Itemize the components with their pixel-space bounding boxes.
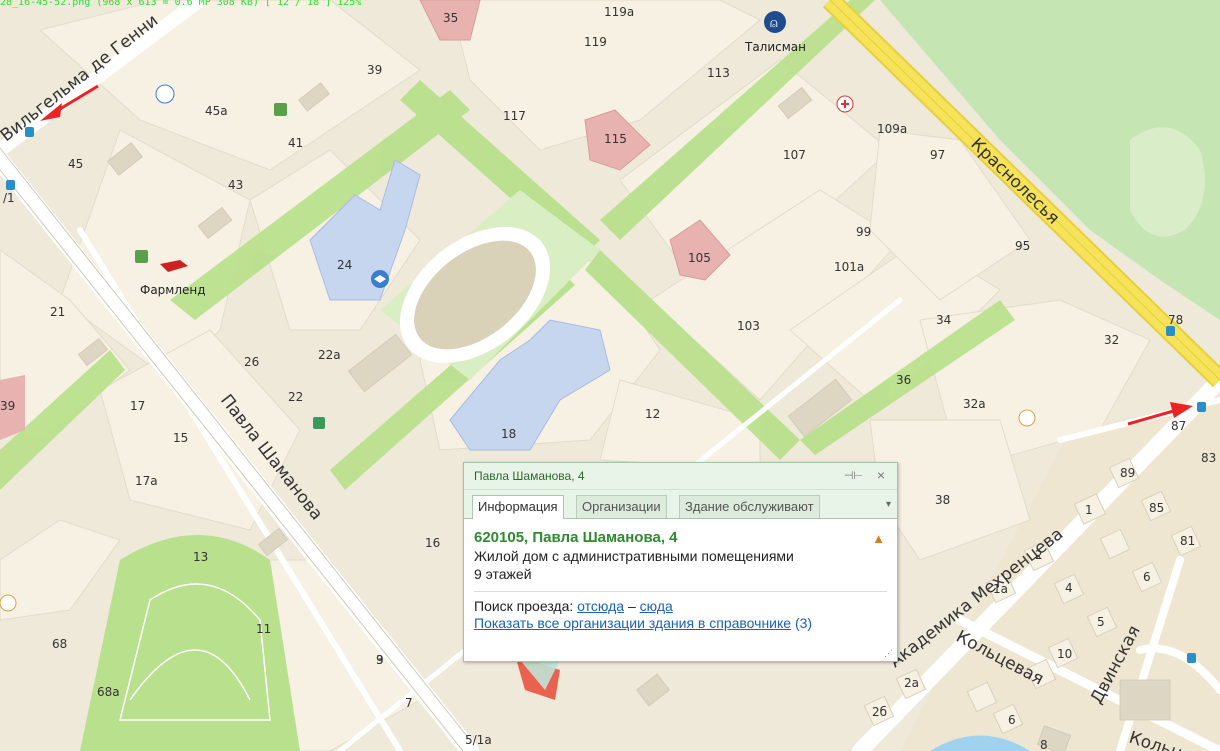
house-number: 99 — [856, 225, 871, 239]
house-number: 32 — [1104, 333, 1119, 347]
all-orgs-row: Показать все организации здания в справо… — [474, 615, 887, 631]
house-number: 38 — [935, 493, 950, 507]
house-number: 81 — [1180, 534, 1195, 548]
school-icon[interactable] — [371, 270, 389, 288]
building-floors: 9 этажей — [474, 566, 532, 582]
all-orgs-link[interactable]: Показать все организации здания в справо… — [474, 615, 791, 631]
hospital-icon[interactable] — [836, 95, 854, 113]
balloon-header: Павла Шаманова, 4 ⊣⊢ × — [464, 463, 897, 490]
house-number: 7 — [405, 696, 413, 710]
house-number: 15 — [173, 431, 188, 445]
tab-building-service[interactable]: Здание обслуживают — [679, 495, 820, 518]
route-search-row: Поиск проезда: отсюда – сюда — [474, 598, 887, 614]
route-dash: – — [627, 598, 636, 614]
talisman-label: Талисман — [744, 40, 806, 54]
house-number: 18 — [501, 427, 516, 441]
bank-icon[interactable] — [313, 417, 325, 429]
house-number: 45 — [68, 157, 83, 171]
house-number: 101а — [834, 260, 864, 274]
house-number: 12 — [645, 407, 660, 421]
parking-icon[interactable] — [155, 84, 175, 104]
house-number: 5 — [1097, 615, 1105, 629]
house-number: 109а — [877, 122, 907, 136]
tab-organizations[interactable]: Организации — [576, 495, 667, 518]
house-number: 83 — [1201, 451, 1216, 465]
farmlend-label: Фармленд — [140, 283, 206, 297]
house-number: 103 — [737, 319, 760, 333]
house-number: 68 — [52, 637, 67, 651]
chevron-down-icon[interactable]: ▾ — [886, 499, 891, 510]
screenshot-caption: 28_16-45-52.png (968 x 613 = 0.6 MP 308 … — [0, 0, 362, 8]
house-number: 6 — [1008, 713, 1016, 727]
house-number: 6 — [1143, 570, 1151, 584]
house-number: 8 — [1040, 738, 1048, 751]
house-number: 85 — [1149, 501, 1164, 515]
house-number: 16 — [425, 536, 440, 550]
all-orgs-count: (3) — [794, 615, 813, 631]
house-number: 68а — [97, 685, 120, 699]
cafe-icon[interactable] — [1018, 409, 1036, 427]
house-number: 78 — [1168, 313, 1183, 327]
house-number: 119а — [604, 5, 634, 19]
resize-grip-icon[interactable]: ⋰ — [884, 648, 893, 659]
house-number: 45а — [205, 104, 228, 118]
svg-text:⍝: ⍝ — [770, 16, 778, 31]
house-number: 2а — [904, 676, 919, 690]
house-number: 26 — [244, 355, 259, 369]
house-number: 43 — [228, 178, 243, 192]
house-number: 34 — [936, 313, 951, 327]
house-number: 17а — [135, 474, 158, 488]
house-number: 5/1а — [465, 733, 492, 747]
house-number: 115 — [604, 132, 627, 146]
route-to-link[interactable]: сюда — [640, 598, 673, 614]
building-description: Жилой дом с административными помещениям… — [474, 548, 794, 564]
route-label: Поиск проезда: — [474, 598, 574, 614]
house-number: 39 — [0, 399, 15, 413]
house-number: 24 — [337, 258, 352, 272]
house-number: 87 — [1171, 419, 1186, 433]
house-number: 97 — [930, 148, 945, 162]
house-number: 117 — [503, 109, 526, 123]
balloon-tabs: Информация Организации Здание обслуживаю… — [464, 490, 897, 519]
pin-icon[interactable]: ⊣⊢ — [844, 469, 863, 482]
house-number: 13 — [193, 550, 208, 564]
house-number: 107 — [783, 148, 806, 162]
restaurant-icon[interactable] — [0, 594, 17, 612]
route-from-link[interactable]: отсюда — [577, 598, 624, 614]
house-number: 113 — [707, 66, 730, 80]
info-balloon[interactable]: Павла Шаманова, 4 ⊣⊢ × Информация Органи… — [463, 462, 898, 662]
balloon-title: Павла Шаманова, 4 — [474, 469, 585, 483]
house-number: 9 — [376, 653, 384, 667]
house-number: 2б — [872, 705, 887, 719]
house-number: 36 — [896, 373, 911, 387]
house-number: 22а — [318, 348, 341, 362]
house-number: 95 — [1015, 239, 1030, 253]
pharmacy-icon[interactable] — [274, 103, 287, 116]
house-number: 119 — [584, 35, 607, 49]
house-number: 10 — [1057, 647, 1072, 661]
house-number: 32а — [963, 397, 986, 411]
house-number: 105 — [688, 251, 711, 265]
house-number: 22 — [288, 390, 303, 404]
house-number: 89 — [1120, 466, 1135, 480]
house-number: 4 — [1065, 581, 1073, 595]
warning-icon[interactable]: ▲ — [872, 531, 885, 546]
house-number: /1 — [3, 191, 15, 205]
house-number: 41 — [288, 136, 303, 150]
house-number: 39 — [367, 63, 382, 77]
house-number: 1 — [1085, 503, 1093, 517]
building-address: 620105, Павла Шаманова, 4 — [474, 529, 678, 546]
house-number: 21 — [50, 305, 65, 319]
house-number: 35 — [443, 11, 458, 25]
divider — [474, 591, 887, 592]
house-number: 11 — [256, 622, 271, 636]
tab-info[interactable]: Информация — [472, 495, 564, 519]
house-number: 17 — [130, 399, 145, 413]
close-icon[interactable]: × — [877, 467, 885, 483]
